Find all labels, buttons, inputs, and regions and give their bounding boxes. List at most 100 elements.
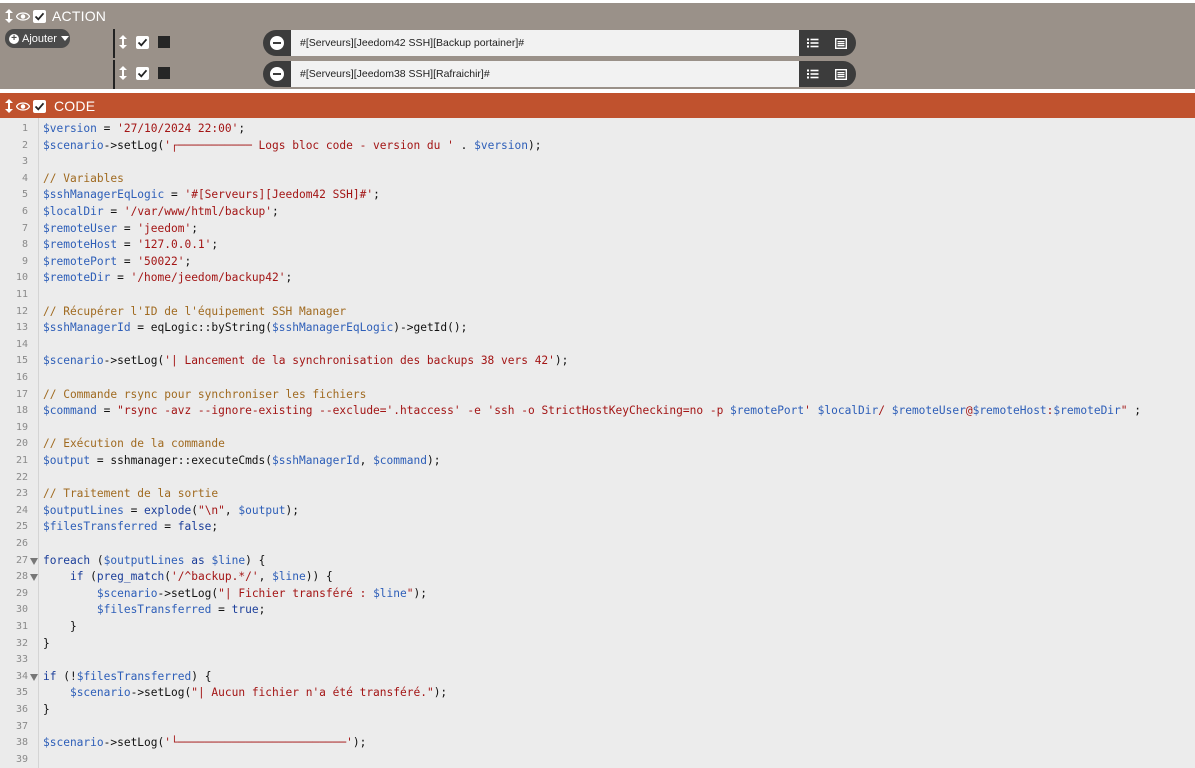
- code-line: 37: [0, 719, 1195, 736]
- minus-circle-icon: [270, 36, 284, 50]
- code-line: 27 foreach ($outputLines as $line) {: [0, 553, 1195, 570]
- line-number: 33: [15, 654, 28, 666]
- code-text: // Exécution de la commande: [43, 437, 225, 451]
- code-line: 19: [0, 420, 1195, 437]
- line-number: 15: [15, 355, 28, 367]
- code-text: $output = sshmanager::executeCmds($sshMa…: [43, 454, 441, 467]
- code-line: 1 $version = '27/10/2024 22:00';: [0, 121, 1195, 138]
- block-title: ACTION: [52, 8, 107, 24]
- code-line: 36}: [0, 702, 1195, 719]
- code-line: 14: [0, 337, 1195, 354]
- code-text: $localDir = '/var/www/html/backup';: [43, 205, 279, 218]
- fold-arrow-icon[interactable]: [30, 673, 38, 681]
- code-text: $outputLines = explode("\n", $output);: [43, 503, 300, 517]
- line-number: 36: [15, 704, 28, 715]
- code-line: 3: [0, 154, 1195, 171]
- list-options-button[interactable]: [799, 61, 827, 87]
- code-line: 15 $scenario->setLog('| Lancement de la s…: [0, 353, 1195, 370]
- line-number: 5: [21, 189, 28, 201]
- line-number: 34: [15, 670, 28, 682]
- code-text: $scenario->setLog('┌─────────── Logs blo…: [43, 138, 542, 152]
- line-number: 3: [21, 156, 28, 168]
- drag-handle-icon[interactable]: [2, 8, 16, 24]
- line-number: 8: [21, 239, 28, 251]
- enable-checkbox[interactable]: [33, 9, 46, 23]
- eye-icon[interactable]: [16, 98, 30, 114]
- code-line: 9 $remotePort = '50022';: [0, 254, 1195, 271]
- line-number: 7: [21, 222, 28, 234]
- select-command-button[interactable]: [827, 61, 855, 87]
- line-number: 11: [15, 289, 28, 300]
- remove-action-button[interactable]: [263, 30, 291, 56]
- fold-arrow-icon[interactable]: [30, 557, 38, 565]
- line-number: 39: [15, 753, 28, 765]
- code-text: // Récupérer l'ID de l'équipement SSH Ma…: [43, 304, 347, 318]
- code-line: 32}: [0, 636, 1195, 653]
- line-number: 21: [15, 455, 28, 466]
- code-text: $scenario->setLog("| Aucun fichier n'a é…: [69, 686, 448, 700]
- line-number: 20: [15, 438, 28, 450]
- code-text: $scenario->setLog('└────────────────────…: [43, 736, 367, 750]
- line-number: 19: [15, 421, 28, 433]
- code-line: 17 // Commande rsync pour synchroniser le…: [0, 387, 1195, 404]
- line-number: 6: [21, 206, 28, 217]
- code-text: $scenario->setLog("| Fichier transféré :…: [96, 586, 427, 600]
- line-number: 22: [15, 471, 28, 483]
- action-block: ACTION + Ajouter #[Serveurs][Jeedom42 SS…: [0, 3, 1195, 89]
- code-line: 8 $remoteHost = '127.0.0.1';: [0, 237, 1195, 254]
- add-button[interactable]: + Ajouter: [5, 29, 70, 48]
- action-row: [116, 29, 170, 55]
- code-block-header: CODE: [0, 93, 1195, 118]
- command-input[interactable]: #[Serveurs][Jeedom42 SSH][Backup portain…: [291, 30, 799, 56]
- divider: [113, 60, 115, 89]
- fold-arrow-icon[interactable]: [30, 574, 38, 582]
- enable-checkbox[interactable]: [136, 35, 149, 49]
- code-text: }: [43, 703, 50, 716]
- list-check-icon: [807, 38, 819, 48]
- code-text: $remoteUser = 'jeedom';: [43, 221, 198, 235]
- enable-checkbox[interactable]: [33, 99, 46, 113]
- command-input[interactable]: #[Serveurs][Jeedom38 SSH][Rafraichir]#: [291, 61, 799, 87]
- line-number: 35: [15, 687, 28, 699]
- line-number: 29: [15, 587, 28, 599]
- select-command-button[interactable]: [827, 30, 855, 56]
- line-number: 26: [15, 538, 28, 549]
- action-row: [116, 60, 170, 86]
- drag-handle-icon[interactable]: [116, 34, 130, 50]
- line-number: 31: [15, 621, 28, 632]
- line-number: 2: [21, 139, 28, 151]
- parallel-checkbox[interactable]: [158, 36, 170, 48]
- eye-icon[interactable]: [16, 8, 30, 24]
- code-text: }: [43, 620, 77, 633]
- code-text: $sshManagerEqLogic = '#[Serveurs][Jeedom…: [43, 188, 380, 202]
- code-line: 16: [0, 370, 1195, 387]
- code-editor[interactable]: 1 $version = '27/10/2024 22:00'; 2 $scenari…: [0, 118, 1195, 768]
- enable-checkbox[interactable]: [136, 66, 149, 80]
- drag-handle-icon[interactable]: [116, 65, 130, 81]
- code-line: 18 $command = "rsync -avz --ignore-existi…: [0, 403, 1195, 420]
- remove-action-button[interactable]: [263, 61, 291, 87]
- line-number: 10: [15, 272, 28, 284]
- code-line: 23 // Traitement de la sortie: [0, 486, 1195, 503]
- list-check-icon: [807, 69, 819, 79]
- code-text: $version = '27/10/2024 22:00';: [43, 122, 246, 135]
- code-line: 35 $scenario->setLog("| Aucun fichier n'…: [0, 685, 1195, 702]
- code-line: 24 $outputLines = explode("\n", $output);: [0, 503, 1195, 520]
- parallel-checkbox[interactable]: [158, 67, 170, 79]
- code-line: 12 // Récupérer l'ID de l'équipement SSH …: [0, 304, 1195, 321]
- list-options-button[interactable]: [799, 30, 827, 56]
- code-line: 11: [0, 287, 1195, 304]
- chevron-down-icon: [60, 36, 69, 41]
- line-number: 18: [15, 405, 28, 417]
- code-block: CODE 1 $version = '27/10/2024 22:00'; 2 $sc…: [0, 93, 1195, 768]
- line-number: 38: [15, 737, 28, 749]
- divider: [113, 29, 115, 58]
- command-group: #[Serveurs][Jeedom38 SSH][Rafraichir]#: [263, 61, 856, 87]
- line-number: 23: [15, 488, 28, 500]
- code-text: if (preg_match('/^backup.*/', $line)) {: [69, 570, 333, 584]
- code-text: $filesTransferred = false;: [43, 520, 219, 534]
- drag-handle-icon[interactable]: [2, 98, 16, 114]
- minus-circle-icon: [270, 67, 284, 81]
- line-number: 12: [15, 305, 28, 317]
- code-header-controls: CODE: [2, 96, 95, 116]
